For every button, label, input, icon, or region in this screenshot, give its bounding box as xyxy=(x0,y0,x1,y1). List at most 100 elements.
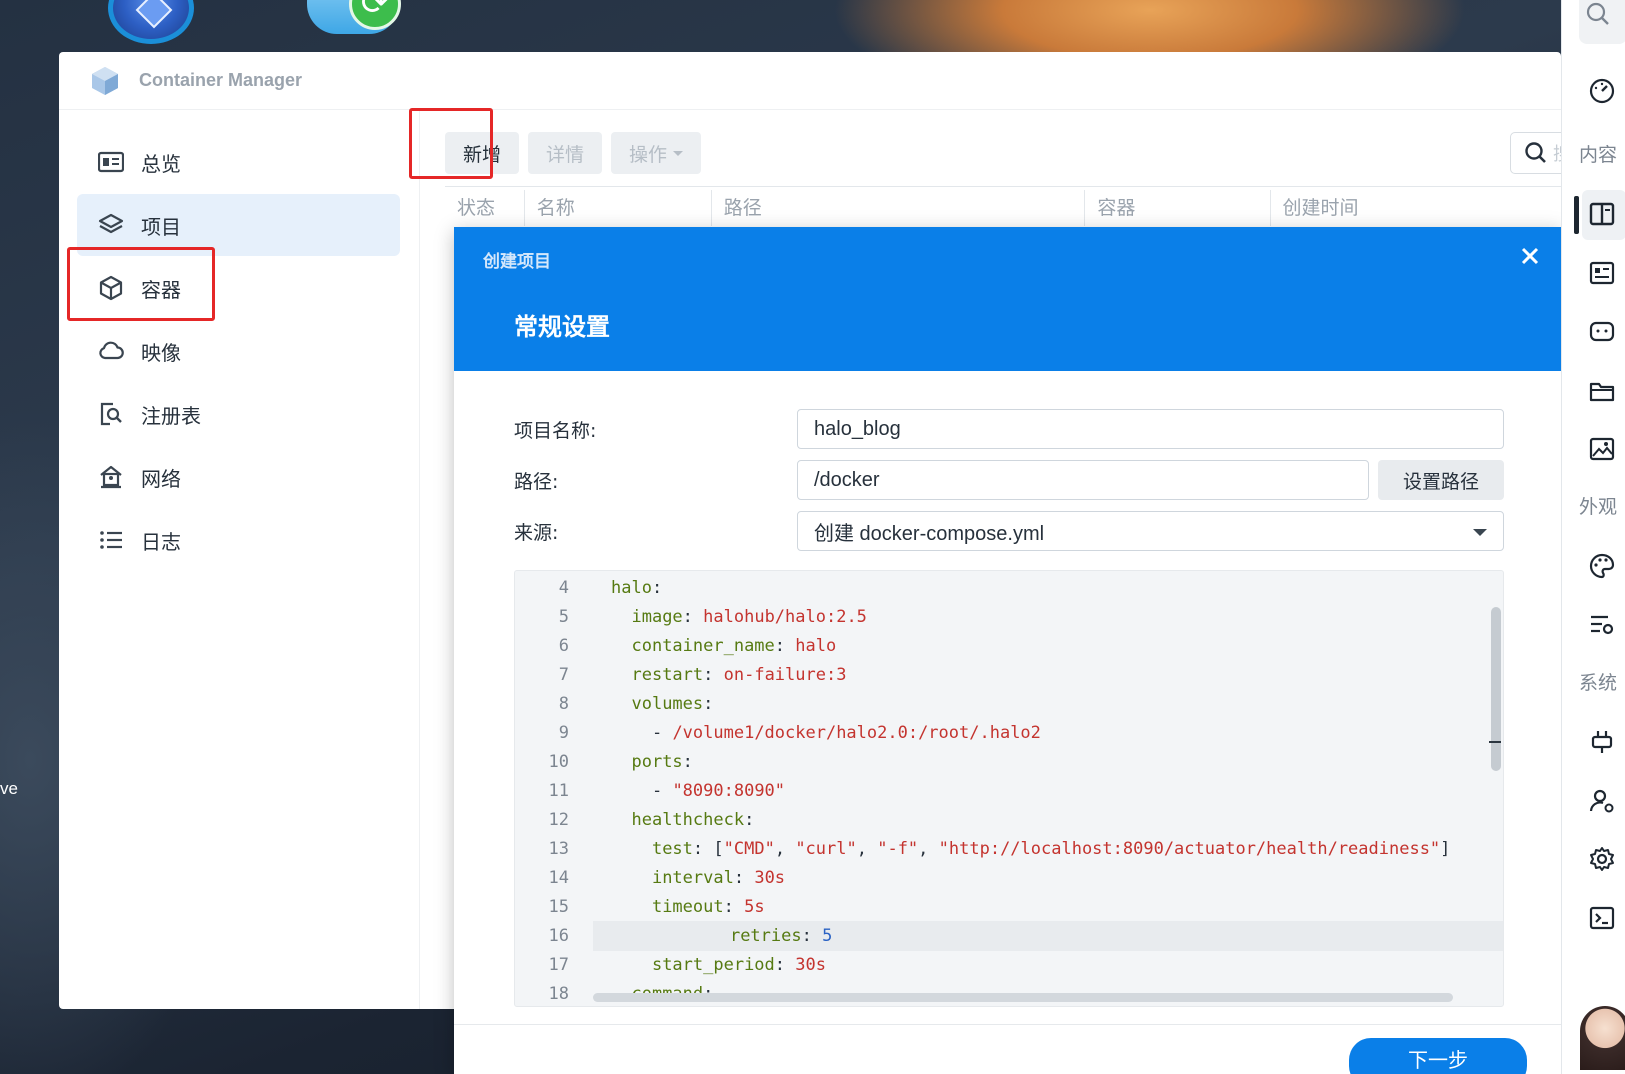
sidebar-item-network[interactable]: 网络 xyxy=(77,446,400,508)
column-header-name[interactable]: 名称 xyxy=(525,190,712,226)
create-project-dialog: 创建项目 常规设置 项目名称: halo_blog 路径: /docker 设置… xyxy=(454,227,1561,1074)
line-number: 9 xyxy=(558,723,569,743)
code-line[interactable]: 4 halo: xyxy=(515,573,1503,603)
code-line[interactable]: 13 test: ["CMD", "curl", "-f", "http://l… xyxy=(515,834,1503,864)
search-placeholder: 搜 xyxy=(1553,140,1561,166)
dialog-title: 创建项目 xyxy=(483,252,551,272)
code-line[interactable]: 15 timeout: 5s xyxy=(515,892,1503,922)
dock-section-appearance: 外观 xyxy=(1579,496,1618,518)
code-line[interactable]: 6 container_name: halo xyxy=(515,631,1503,661)
line-number: 7 xyxy=(558,665,569,685)
dialog-header: 创建项目 常规设置 xyxy=(454,227,1561,371)
registry-search-icon xyxy=(97,400,125,428)
news-icon[interactable] xyxy=(1586,257,1618,289)
yaml-key: volumes xyxy=(631,694,704,714)
desktop-app-icon-container[interactable] xyxy=(108,0,194,44)
search-input[interactable]: 搜 xyxy=(1510,132,1561,174)
close-icon xyxy=(1521,247,1539,265)
user-settings-icon[interactable] xyxy=(1586,785,1618,817)
sidebar-item-label: 总览 xyxy=(141,151,181,176)
yaml-value: /volume1/docker/halo2.0:/root/.halo2 xyxy=(672,723,1041,743)
palette-icon[interactable] xyxy=(1586,550,1618,582)
code-line[interactable]: 5 image: halohub/halo:2.5 xyxy=(515,602,1503,632)
text-settings-icon[interactable] xyxy=(1586,609,1618,641)
list-icon xyxy=(97,526,125,554)
close-button[interactable] xyxy=(1517,243,1543,269)
yaml-value: "-f" xyxy=(877,839,919,859)
yaml-key: restart xyxy=(631,665,704,685)
gear-icon[interactable] xyxy=(1586,843,1618,875)
search-icon[interactable] xyxy=(1582,0,1614,32)
yaml-key: halo xyxy=(611,578,652,598)
scrollbar-marker xyxy=(1489,741,1501,743)
sidebar-item-images[interactable]: 映像 xyxy=(77,320,400,382)
actions-label: 操作 xyxy=(629,143,668,166)
sidebar-item-label: 注册表 xyxy=(141,403,201,428)
path-input[interactable]: /docker xyxy=(797,460,1369,500)
sidebar-item-containers[interactable]: 容器 xyxy=(77,257,400,319)
yaml-key: retries xyxy=(729,926,802,946)
code-line[interactable]: 11 - "8090:8090" xyxy=(515,776,1503,806)
set-path-button[interactable]: 设置路径 xyxy=(1378,460,1504,500)
desktop-app-icon-sync[interactable]: ⟳ xyxy=(307,0,401,34)
add-button[interactable]: 新增 xyxy=(445,132,520,174)
actions-dropdown[interactable]: 操作 xyxy=(611,132,702,174)
yaml-value: 5s xyxy=(744,897,765,917)
line-number: 14 xyxy=(548,868,569,888)
sidebar-item-overview[interactable]: 总览 xyxy=(77,131,400,193)
yaml-value: halohub/halo:2.5 xyxy=(703,607,867,627)
search-icon xyxy=(1525,142,1546,163)
sidebar-item-projects[interactable]: 项目 xyxy=(77,194,400,256)
code-line[interactable]: 9 - /volume1/docker/halo2.0:/root/.halo2 xyxy=(515,718,1503,748)
details-button[interactable]: 详情 xyxy=(528,132,603,174)
yaml-key: test xyxy=(651,839,693,859)
dock-active-indicator xyxy=(1574,196,1579,234)
column-header-status[interactable]: 状态 xyxy=(445,190,525,226)
code-line[interactable]: 16 retries: 5 xyxy=(549,921,1503,951)
layout-icon[interactable] xyxy=(1586,198,1618,230)
code-line[interactable]: 14 interval: 30s xyxy=(515,863,1503,893)
gauge-icon[interactable] xyxy=(1586,75,1618,107)
line-number: 8 xyxy=(558,694,569,714)
code-line[interactable]: 17 start_period: 30s xyxy=(515,950,1503,980)
yaml-value: on-failure:3 xyxy=(723,665,847,685)
code-line[interactable]: 7 restart: on-failure:3 xyxy=(515,660,1503,690)
sidebar-item-label: 日志 xyxy=(141,529,181,554)
compose-code-editor[interactable]: 4 halo: 5 image: halohub/halo:2.5 6 contain… xyxy=(514,570,1504,1007)
dialog-section-title: 常规设置 xyxy=(514,313,610,341)
image-icon[interactable] xyxy=(1586,433,1618,465)
project-name-input[interactable]: halo_blog xyxy=(797,409,1504,449)
terminal-icon[interactable] xyxy=(1586,902,1618,934)
sidebar-item-label: 容器 xyxy=(141,277,181,302)
toolbar: 新增 详情 操作 xyxy=(445,132,702,174)
code-line[interactable]: 12 healthcheck: xyxy=(515,805,1503,835)
next-step-button[interactable]: 下一步 xyxy=(1349,1038,1527,1074)
sidebar-item-logs[interactable]: 日志 xyxy=(77,509,400,571)
user-avatar[interactable] xyxy=(1580,1006,1625,1070)
column-header-containers[interactable]: 容器 xyxy=(1085,190,1271,226)
line-number: 10 xyxy=(548,752,569,772)
editor-horizontal-scrollbar[interactable] xyxy=(593,993,1453,1002)
code-line[interactable]: 10 ports: xyxy=(515,747,1503,777)
yaml-key: ports xyxy=(631,752,683,772)
network-house-icon xyxy=(97,463,125,491)
column-header-created[interactable]: 创建时间 xyxy=(1271,190,1561,226)
dock-section-content: 内容 xyxy=(1579,144,1618,166)
yaml-punctuation: , xyxy=(918,839,939,859)
folder-icon[interactable] xyxy=(1586,375,1618,407)
chat-icon[interactable] xyxy=(1586,316,1618,348)
cloud-icon xyxy=(97,337,125,365)
column-header-path[interactable]: 路径 xyxy=(712,190,1086,226)
widget-dock: 内容 外观 系统 xyxy=(1561,0,1625,1074)
line-number: 6 xyxy=(558,636,569,656)
sidebar-item-registry[interactable]: 注册表 xyxy=(77,383,400,445)
cube-icon xyxy=(97,274,125,302)
editor-vertical-scrollbar[interactable] xyxy=(1491,607,1501,771)
sidebar-item-label: 项目 xyxy=(141,214,181,239)
yaml-key: timeout xyxy=(651,897,724,917)
code-line[interactable]: 8 volumes: xyxy=(515,689,1503,719)
source-select[interactable]: 创建 docker-compose.yml xyxy=(797,511,1504,551)
plug-icon[interactable] xyxy=(1586,726,1618,758)
chevron-down-icon xyxy=(1473,529,1487,536)
yaml-value: halo xyxy=(795,636,837,656)
